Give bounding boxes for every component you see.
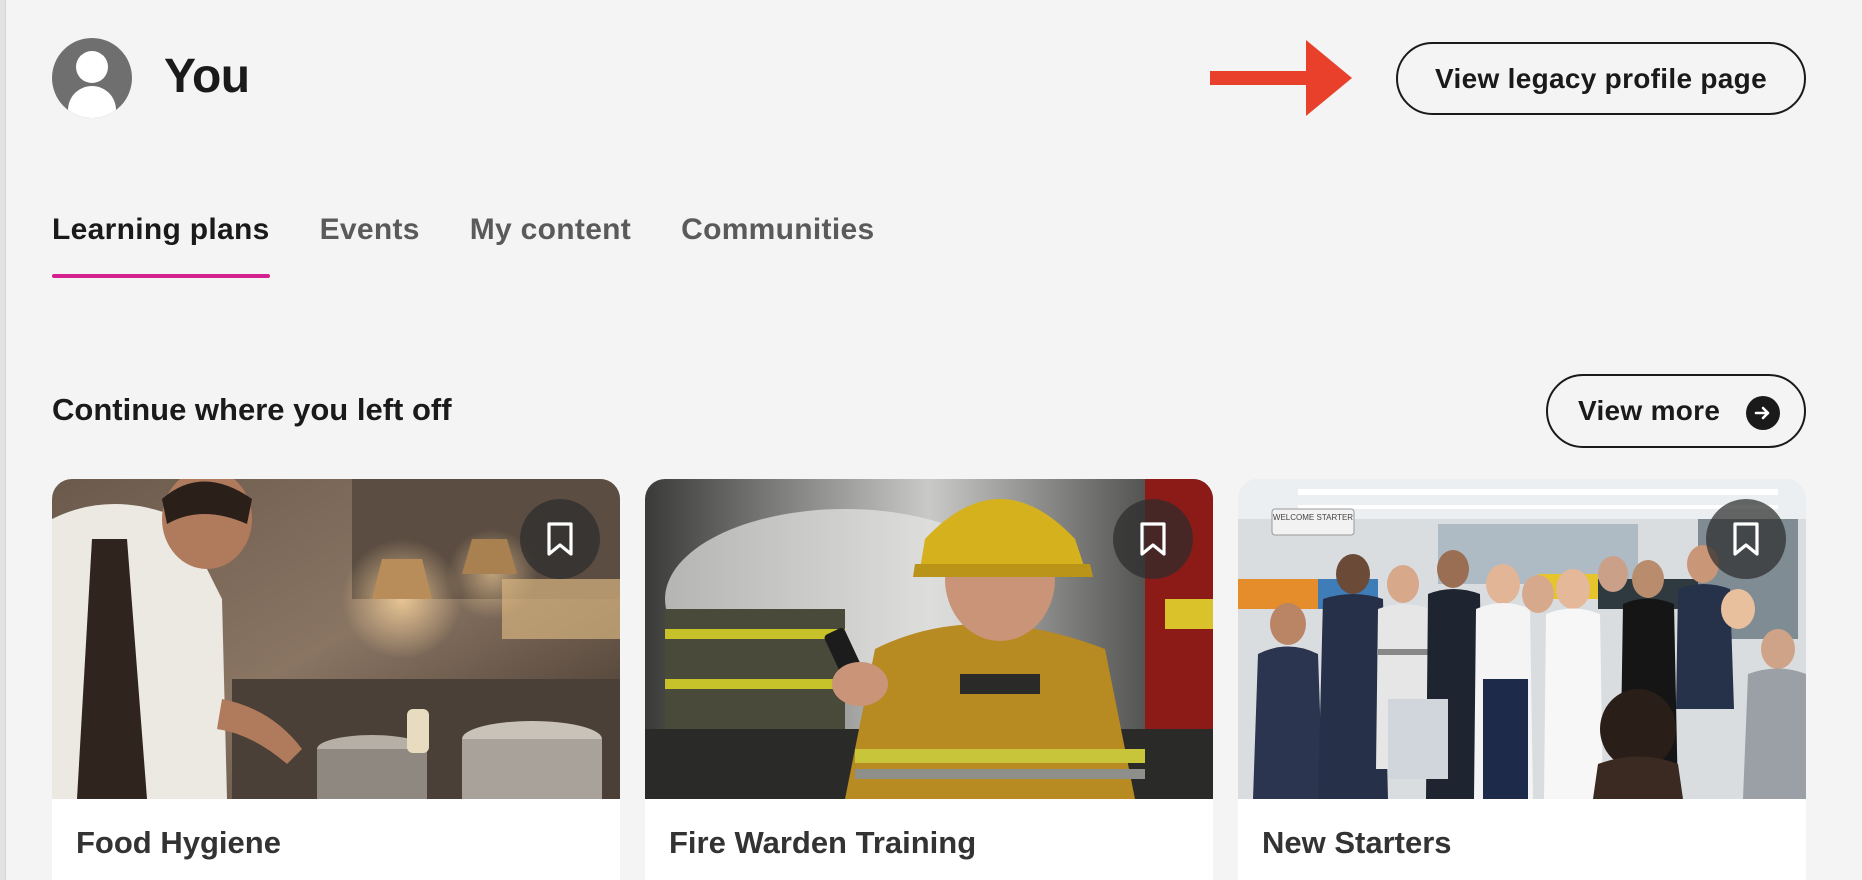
card-title: Fire Warden Training [669,825,977,860]
view-more-label: View more [1578,395,1721,426]
learning-plan-cards: Food Hygiene Fire Warden Training WELCOM… [52,479,1806,880]
tab-events[interactable]: Events [320,206,420,280]
profile-tabs: Learning plans Events My content Communi… [52,206,874,280]
card-food-hygiene[interactable]: Food Hygiene [52,479,620,880]
arrow-right-circle-icon [1746,396,1780,430]
profile-header: You View legacy profile page [52,38,1806,118]
page-title: You [164,50,250,103]
card-fire-warden-training[interactable]: Fire Warden Training [645,479,1213,880]
view-legacy-profile-button[interactable]: View legacy profile page [1396,42,1806,115]
welcome-sign-text: WELCOME STARTER [1273,513,1353,522]
card-title: New Starters [1262,825,1452,860]
left-edge-divider [0,0,6,880]
section-title: Continue where you left off [52,392,452,427]
annotation-arrow-icon [1210,40,1352,116]
chef-cooking-image [52,479,620,799]
bookmark-icon[interactable] [1113,499,1193,579]
view-more-button[interactable]: View more [1546,374,1806,448]
tab-communities[interactable]: Communities [681,206,874,280]
card-new-starters[interactable]: WELCOME STARTER New Starters [1238,479,1806,880]
card-title: Food Hygiene [76,825,281,860]
office-group-image: WELCOME STARTER [1238,479,1806,799]
tab-learning-plans[interactable]: Learning plans [52,206,270,280]
firefighter-image [645,479,1213,799]
avatar-icon[interactable] [52,38,132,118]
bookmark-icon[interactable] [520,499,600,579]
continue-section-header: Continue where you left off View more [52,374,1806,448]
bookmark-icon[interactable] [1706,499,1786,579]
tab-my-content[interactable]: My content [470,206,631,280]
